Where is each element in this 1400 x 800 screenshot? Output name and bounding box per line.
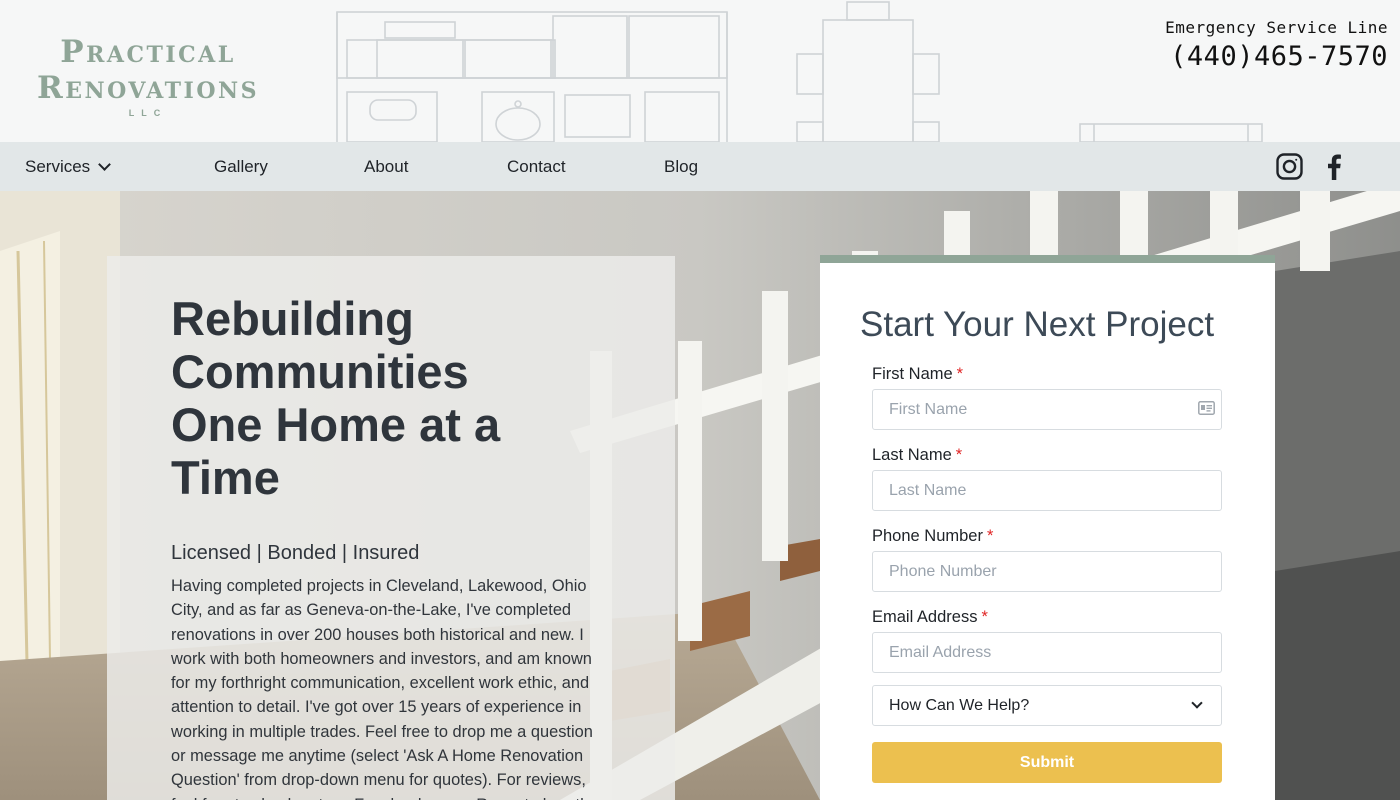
last-name-field[interactable] <box>872 470 1222 511</box>
required-marker: * <box>955 446 963 464</box>
contact-card-icon <box>1198 401 1215 415</box>
required-marker: * <box>981 608 988 626</box>
submit-button[interactable]: Submit <box>872 742 1222 783</box>
nav-item-services[interactable]: Services <box>25 142 112 191</box>
site-header: Practical Renovations LLC Emergency Serv… <box>0 0 1400 142</box>
phone-number-field[interactable] <box>872 551 1222 592</box>
nav-item-contact[interactable]: Contact <box>507 142 566 191</box>
help-topic-select[interactable]: How Can We Help? <box>872 685 1222 726</box>
logo-suffix: LLC <box>128 108 168 118</box>
facebook-icon[interactable] <box>1320 142 1348 191</box>
emergency-contact: Emergency Service Line (440)465-7570 <box>1165 18 1388 72</box>
nav-item-label: Services <box>25 157 91 176</box>
emergency-phone-link[interactable]: (440)465-7570 <box>1165 41 1388 72</box>
help-topic-value: How Can We Help? <box>889 697 1030 714</box>
hero-headline: Rebuilding Communities One Home at a Tim… <box>171 292 501 504</box>
nav-item-gallery[interactable]: Gallery <box>214 142 268 191</box>
email-address-label: Email Address * <box>872 608 988 626</box>
required-marker: * <box>986 527 994 545</box>
first-name-label: First Name * <box>872 365 964 383</box>
intro-panel: Rebuilding Communities One Home at a Tim… <box>107 256 675 800</box>
first-name-wrapper <box>820 389 1275 430</box>
email-address-field[interactable] <box>872 632 1222 673</box>
required-marker: * <box>956 365 964 383</box>
first-name-field[interactable] <box>872 389 1222 430</box>
instagram-icon[interactable] <box>1273 142 1305 191</box>
hero-subhead: Licensed | Bonded | Insured <box>171 542 420 564</box>
nav-item-about[interactable]: About <box>364 142 408 191</box>
emergency-label: Emergency Service Line <box>1165 18 1388 37</box>
project-form-card: Start Your Next Project First Name* Last… <box>820 255 1275 800</box>
hero-body-text: Having completed projects in Cleveland, … <box>171 577 598 800</box>
chevron-down-icon <box>1191 697 1203 709</box>
nav-item-blog[interactable]: Blog <box>664 142 698 191</box>
logo-line-1: Practical <box>60 34 236 70</box>
phone-number-label: Phone Number * <box>872 527 994 545</box>
hero-section: Rebuilding Communities One Home at a Tim… <box>0 191 1400 800</box>
form-title: Start Your Next Project <box>860 305 1215 344</box>
logo-line-2: Renovations <box>37 70 259 106</box>
main-nav: Services Gallery About Contact Blog <box>0 142 1400 191</box>
chevron-down-icon <box>98 158 112 171</box>
company-logo[interactable]: Practical Renovations LLC <box>22 34 274 118</box>
last-name-label: Last Name * <box>872 446 963 464</box>
